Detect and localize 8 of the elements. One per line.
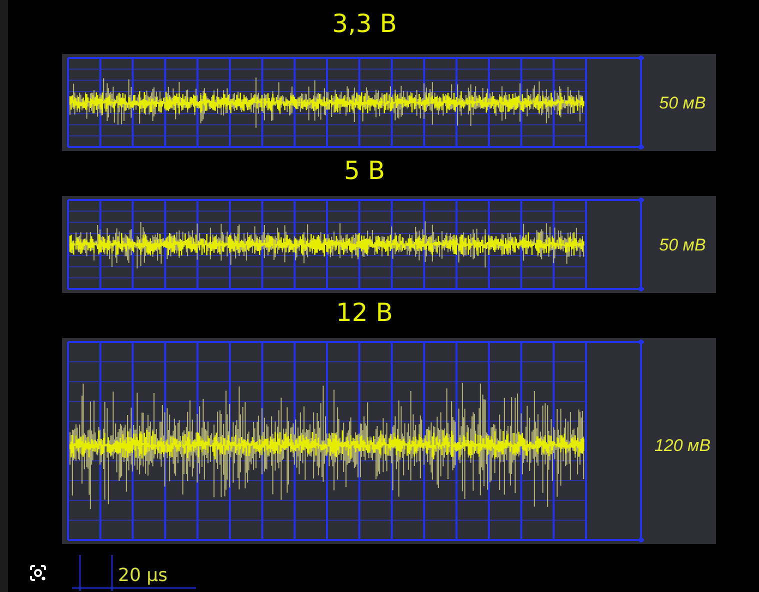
panel-title: 3,3 В	[332, 8, 397, 40]
panel-title: 5 В	[344, 155, 385, 187]
lens-icon[interactable]	[28, 563, 48, 583]
amplitude-label: 120 мВ	[654, 436, 711, 456]
time-scale-label: 20 µs	[118, 565, 168, 587]
amplitude-label: 50 мВ	[659, 236, 706, 254]
panel-title: 12 В	[336, 297, 393, 329]
amplitude-label: 50 мВ	[659, 94, 706, 112]
